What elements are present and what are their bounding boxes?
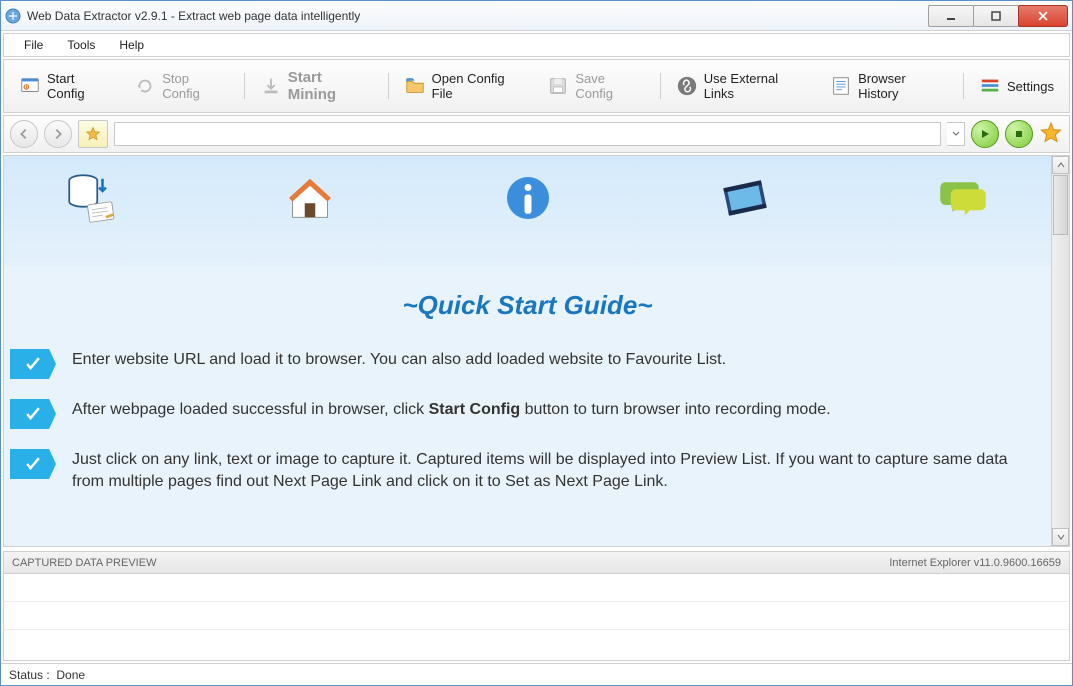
preview-row [4, 602, 1069, 630]
scroll-track[interactable] [1052, 236, 1069, 528]
guide-step-1: Enter website URL and load it to browser… [4, 339, 1051, 389]
guide-title: ~Quick Start Guide~ [4, 266, 1051, 339]
history-icon [830, 75, 852, 97]
stop-config-label: Stop Config [162, 71, 229, 101]
step-1-text: Enter website URL and load it to browser… [72, 349, 746, 371]
star-icon [85, 126, 101, 142]
vertical-scrollbar[interactable] [1051, 156, 1069, 546]
media-icon [717, 170, 773, 226]
start-mining-label: Start Mining [288, 69, 373, 103]
back-button[interactable] [10, 120, 38, 148]
scroll-thumb[interactable] [1053, 175, 1068, 235]
url-dropdown-button[interactable] [947, 122, 965, 146]
app-icon [5, 8, 21, 24]
minimize-button[interactable] [928, 5, 974, 27]
guide-step-2: After webpage loaded successful in brows… [4, 389, 1051, 439]
preview-header: CAPTURED DATA PREVIEW Internet Explorer … [4, 552, 1069, 574]
statusbar: Status : Done [1, 663, 1072, 685]
save-config-button[interactable]: Save Config [538, 66, 653, 106]
settings-button[interactable]: Settings [970, 70, 1063, 102]
preview-header-label: CAPTURED DATA PREVIEW [12, 557, 156, 569]
start-mining-button[interactable]: Start Mining [251, 64, 382, 108]
toolbar: Start Config Stop Config Start Mining Op… [3, 59, 1070, 113]
page-content: ~Quick Start Guide~ Enter website URL an… [4, 156, 1051, 546]
menubar: File Tools Help [3, 33, 1070, 57]
browser-info: Internet Explorer v11.0.9600.16659 [889, 557, 1061, 569]
save-config-label: Save Config [575, 71, 644, 101]
hero-banner [4, 156, 1051, 266]
open-config-label: Open Config File [432, 71, 528, 101]
url-input[interactable] [114, 122, 941, 146]
start-config-button[interactable]: Start Config [10, 66, 123, 106]
folder-open-icon [404, 75, 426, 97]
step-3-text: Just click on any link, text or image to… [72, 449, 1041, 492]
check-icon [10, 399, 56, 429]
window-title: Web Data Extractor v2.9.1 - Extract web … [27, 9, 929, 23]
browser-history-label: Browser History [858, 71, 948, 101]
separator [244, 73, 245, 99]
save-icon [547, 75, 569, 97]
external-links-label: Use External Links [704, 71, 810, 101]
browser-pane: ~Quick Start Guide~ Enter website URL an… [3, 155, 1070, 547]
maximize-button[interactable] [973, 5, 1019, 27]
add-favourite-button[interactable] [1039, 121, 1063, 148]
go-button[interactable] [971, 120, 999, 148]
stop-config-button[interactable]: Stop Config [125, 66, 238, 106]
status-value: Done [56, 668, 85, 682]
info-icon [500, 170, 556, 226]
forward-button[interactable] [44, 120, 72, 148]
separator [388, 73, 389, 99]
database-extract-icon [64, 170, 120, 226]
open-config-button[interactable]: Open Config File [395, 66, 537, 106]
menu-help[interactable]: Help [109, 35, 154, 55]
browser-history-button[interactable]: Browser History [821, 66, 957, 106]
preview-panel: CAPTURED DATA PREVIEW Internet Explorer … [3, 551, 1070, 661]
start-config-label: Start Config [47, 71, 114, 101]
scroll-up-button[interactable] [1052, 156, 1069, 174]
titlebar: Web Data Extractor v2.9.1 - Extract web … [1, 1, 1072, 31]
external-links-button[interactable]: Use External Links [667, 66, 819, 106]
chat-icon [935, 170, 991, 226]
config-icon [19, 75, 41, 97]
separator [660, 73, 661, 99]
close-button[interactable] [1018, 5, 1068, 27]
status-label: Status : [9, 668, 50, 682]
separator [963, 73, 964, 99]
settings-icon [979, 75, 1001, 97]
step-2-text: After webpage loaded successful in brows… [72, 399, 851, 421]
menu-file[interactable]: File [14, 35, 53, 55]
stop-button[interactable] [1005, 120, 1033, 148]
app-window: Web Data Extractor v2.9.1 - Extract web … [0, 0, 1073, 686]
check-icon [10, 449, 56, 479]
preview-list [4, 574, 1069, 630]
menu-tools[interactable]: Tools [57, 35, 105, 55]
undo-icon [134, 75, 156, 97]
settings-label: Settings [1007, 79, 1054, 94]
home-icon [282, 170, 338, 226]
download-icon [260, 75, 282, 97]
guide-step-3: Just click on any link, text or image to… [4, 439, 1051, 502]
check-icon [10, 349, 56, 379]
scroll-down-button[interactable] [1052, 528, 1069, 546]
link-icon [676, 75, 698, 97]
favourites-button[interactable] [78, 120, 108, 148]
preview-row [4, 574, 1069, 602]
window-controls [929, 5, 1068, 27]
navbar [3, 115, 1070, 153]
